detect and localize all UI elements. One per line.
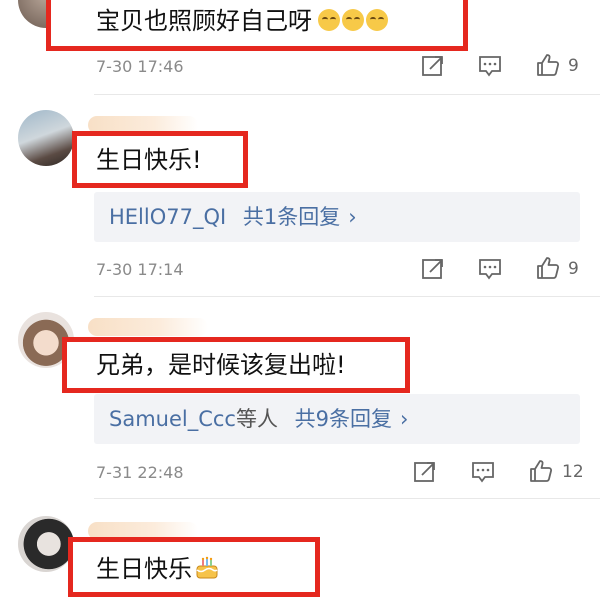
divider xyxy=(94,296,600,297)
comment-icon[interactable] xyxy=(477,256,503,282)
blush-smile-emoji xyxy=(318,9,340,31)
like-count: 9 xyxy=(568,259,579,279)
birthday-cake-emoji xyxy=(196,556,218,579)
avatar[interactable] xyxy=(18,110,74,166)
comment-text: 兄弟，是时候该复出啦! xyxy=(96,351,346,379)
username-blurred[interactable] xyxy=(88,318,208,336)
like-count: 9 xyxy=(568,56,579,76)
comment-text: 宝贝也照顾好自己呀 xyxy=(96,9,388,33)
reply-summary[interactable]: 共1条回复 xyxy=(243,205,340,229)
forward-icon[interactable] xyxy=(420,256,446,282)
blush-smile-emoji xyxy=(366,9,388,31)
divider xyxy=(94,498,600,499)
comment-text-content: 宝贝也照顾好自己呀 xyxy=(96,7,312,35)
comment-icon[interactable] xyxy=(477,53,503,79)
comment-icon[interactable] xyxy=(470,459,496,485)
divider xyxy=(94,94,600,95)
chevron-right-icon: › xyxy=(348,205,357,229)
thumbs-up-icon[interactable] xyxy=(528,458,554,484)
blush-smile-emoji xyxy=(342,9,364,31)
comment-time: 7-30 17:46 xyxy=(96,57,184,76)
reply-preview[interactable]: HEllO77_QI 共1条回复 › xyxy=(94,192,580,242)
reply-username[interactable]: Samuel_Ccc xyxy=(109,407,236,431)
reply-preview[interactable]: Samuel_Ccc等人 共9条回复 › xyxy=(94,394,580,444)
comment-time: 7-31 22:48 xyxy=(96,463,184,482)
chevron-right-icon: › xyxy=(400,407,409,431)
like-count: 12 xyxy=(562,462,584,482)
comment-text-content: 生日快乐 xyxy=(96,555,192,583)
thumbs-up-icon[interactable] xyxy=(535,52,561,78)
forward-icon[interactable] xyxy=(412,459,438,485)
comment-time: 7-30 17:14 xyxy=(96,260,184,279)
reply-others: 等人 xyxy=(235,407,278,431)
comment-text: 生日快乐! xyxy=(96,146,202,174)
reply-summary[interactable]: 共9条回复 xyxy=(295,407,392,431)
avatar[interactable] xyxy=(18,516,74,572)
forward-icon[interactable] xyxy=(420,53,446,79)
reply-username[interactable]: HEllO77_QI xyxy=(109,205,226,229)
comment-text: 生日快乐 xyxy=(96,556,220,581)
thumbs-up-icon[interactable] xyxy=(535,255,561,281)
